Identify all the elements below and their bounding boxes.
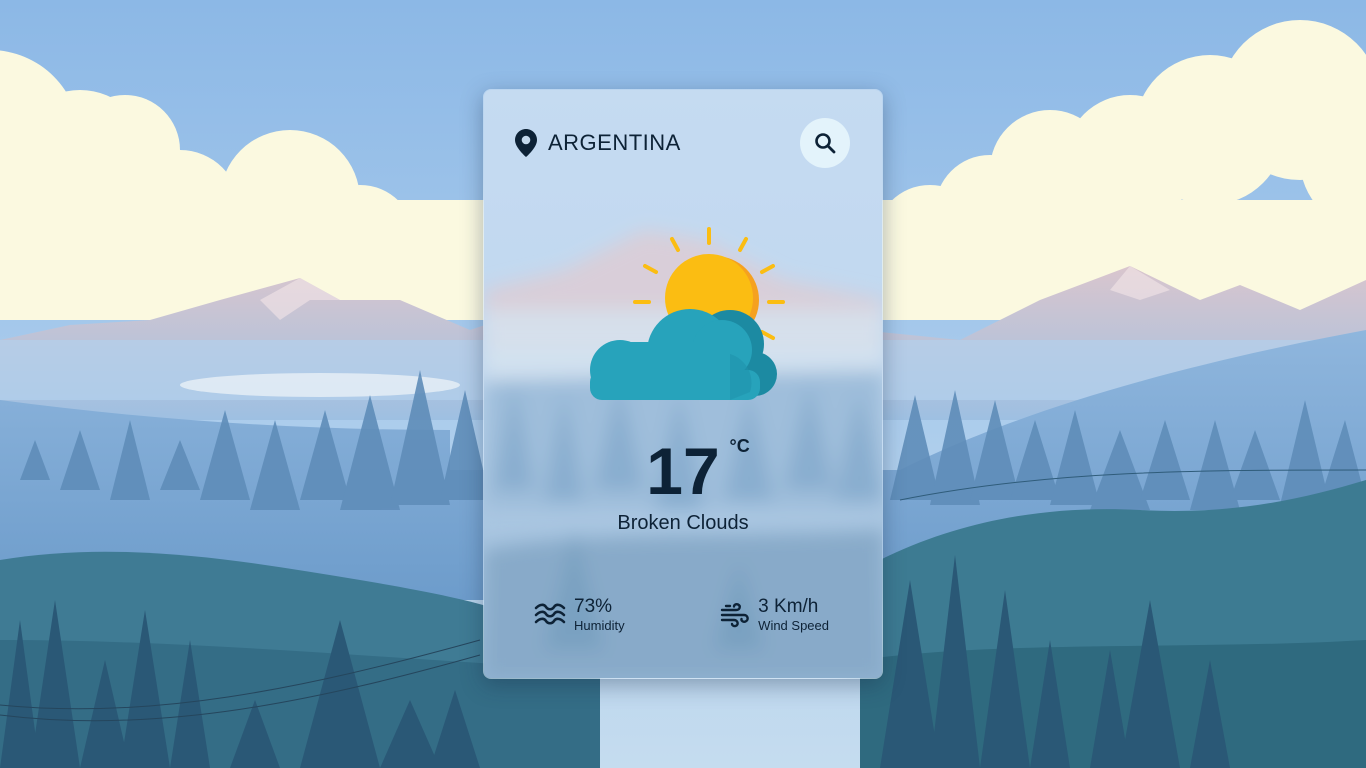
location-name: ARGENTINA (548, 130, 681, 155)
search-button[interactable] (800, 118, 850, 168)
weather-card: ARGENTINA 17 °C Broken Clouds 73% Humidi… (483, 89, 883, 679)
humidity-label: Humidity (574, 618, 625, 633)
wind-speed-label: Wind Speed (758, 618, 829, 633)
search-icon (813, 131, 837, 155)
weather-stats: 73% Humidity 3 Km/h Wind Speed (534, 596, 832, 634)
temperature: 17 °C (484, 434, 882, 508)
humidity-value: 73% (574, 596, 613, 617)
wind-speed-stat: 3 Km/h Wind Speed (720, 596, 829, 634)
waves-icon (534, 602, 566, 628)
sun-behind-cloud-icon (580, 222, 790, 402)
temperature-value: 17 (646, 434, 720, 508)
wind-icon (720, 601, 750, 629)
card-header: ARGENTINA (514, 118, 850, 168)
temperature-unit: °C (729, 436, 750, 456)
weather-condition: Broken Clouds (617, 512, 749, 534)
map-pin-icon (514, 129, 538, 157)
location: ARGENTINA (514, 129, 681, 157)
wind-speed-value: 3 Km/h (758, 596, 819, 617)
humidity-stat: 73% Humidity (534, 596, 625, 634)
